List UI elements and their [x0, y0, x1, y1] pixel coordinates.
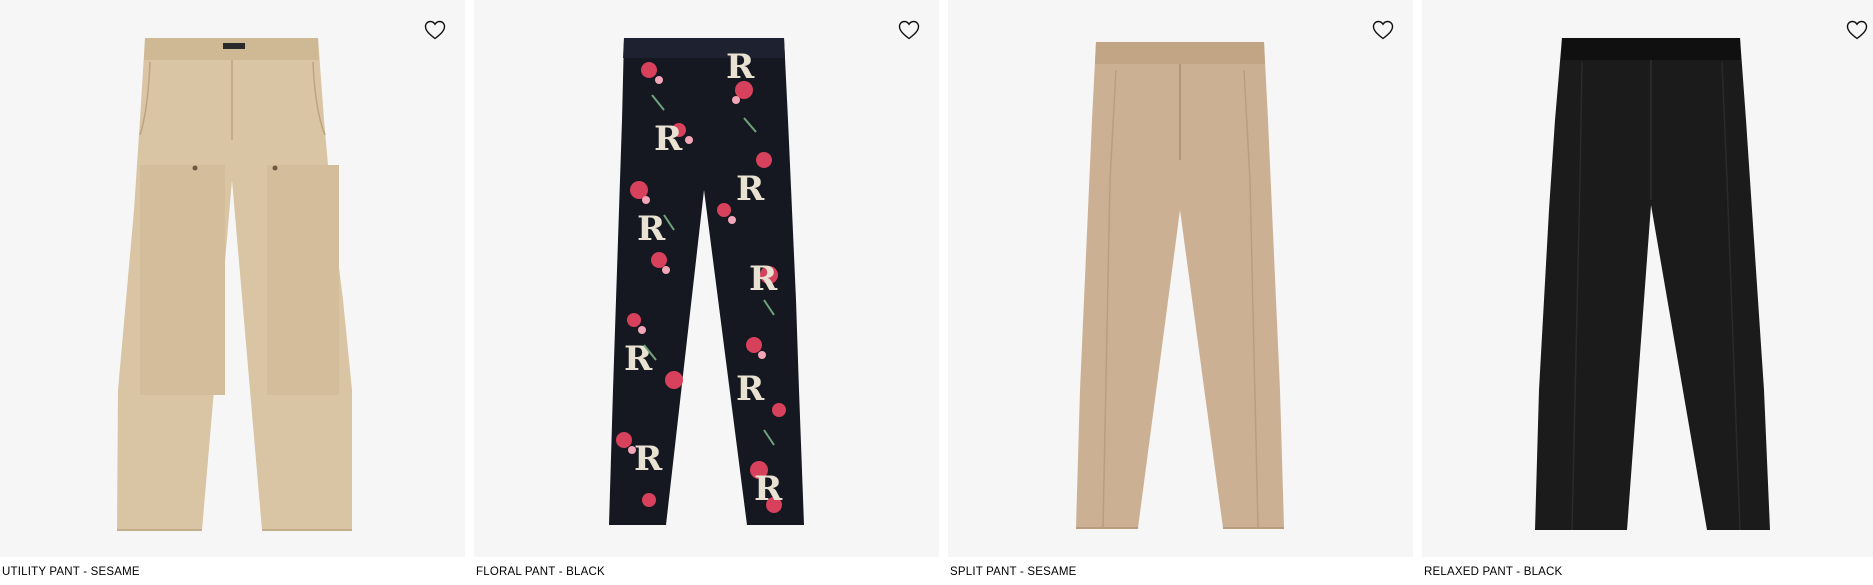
product-title[interactable]: SPLIT PANT - SESAME [950, 566, 1077, 579]
svg-text:R: R [637, 209, 666, 249]
wishlist-heart-icon[interactable] [897, 18, 921, 42]
product-title[interactable]: UTILITY PANT - SESAME [2, 566, 140, 579]
relaxed-pant-image [1535, 38, 1770, 531]
product-card[interactable]: R R R R R R R R R FLORAL PANT - BLACK [474, 0, 939, 585]
svg-text:R: R [726, 47, 755, 87]
svg-text:R: R [736, 369, 765, 409]
product-image[interactable] [1422, 0, 1873, 557]
product-card[interactable]: SPLIT PANT - SESAME [948, 0, 1413, 585]
svg-text:R: R [634, 439, 663, 479]
product-card[interactable]: RELAXED PANT - BLACK [1422, 0, 1873, 585]
svg-text:R: R [754, 469, 783, 509]
product-title[interactable]: RELAXED PANT - BLACK [1424, 566, 1562, 579]
product-image[interactable] [0, 0, 465, 557]
wishlist-heart-icon[interactable] [1845, 18, 1869, 42]
product-grid: UTILITY PANT - SESAME R R R R R R R R R … [0, 0, 1873, 585]
product-title[interactable]: FLORAL PANT - BLACK [476, 566, 605, 579]
product-image[interactable] [948, 0, 1413, 557]
svg-text:R: R [654, 119, 683, 159]
product-image[interactable]: R R R R R R R R R [474, 0, 939, 557]
wishlist-heart-icon[interactable] [423, 18, 447, 42]
svg-text:R: R [624, 339, 653, 379]
product-card[interactable]: UTILITY PANT - SESAME [0, 0, 465, 585]
split-pant-image [1076, 42, 1284, 529]
wishlist-heart-icon[interactable] [1371, 18, 1395, 42]
svg-text:R: R [749, 259, 778, 299]
svg-text:R: R [736, 169, 765, 209]
floral-pant-image: R R R R R R R R R [609, 38, 804, 525]
utility-pant-image [117, 38, 352, 531]
